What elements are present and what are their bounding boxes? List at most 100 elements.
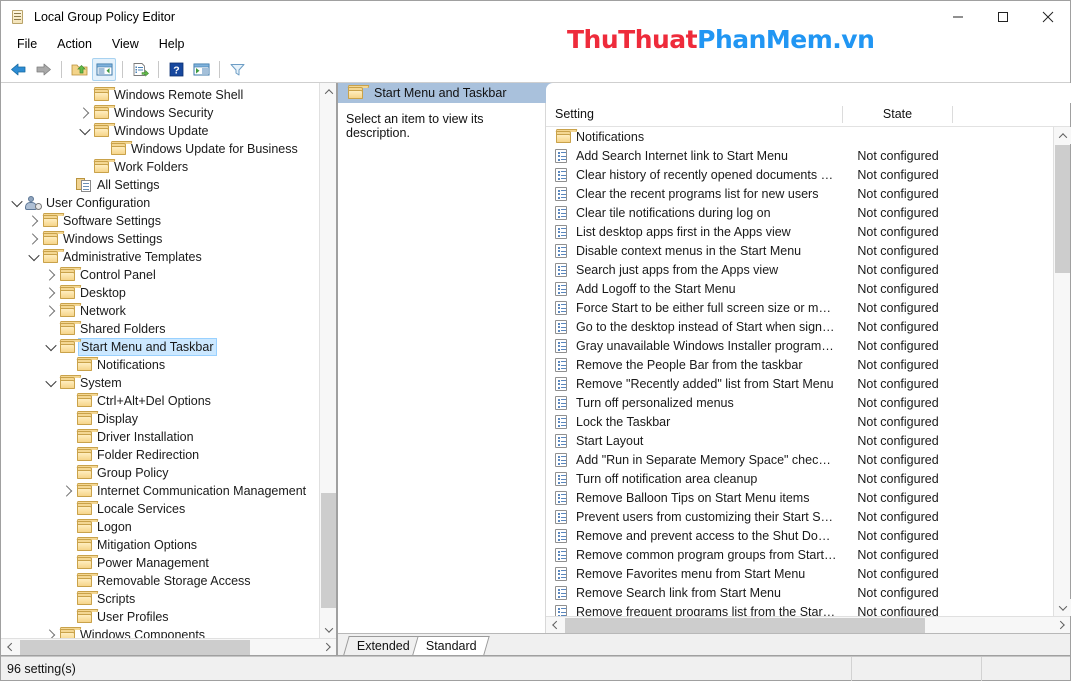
tree-item-administrative-templates[interactable]: Administrative Templates [1, 248, 311, 266]
menu-action[interactable]: Action [47, 34, 102, 54]
tree-item-user-profiles[interactable]: User Profiles [1, 608, 311, 626]
properties-icon[interactable] [189, 58, 213, 81]
tree-item-control-panel[interactable]: Control Panel [1, 266, 311, 284]
settings-scrollbar-thumb[interactable] [1055, 145, 1070, 273]
table-row[interactable]: Search just apps from the Apps viewNot c… [546, 260, 1053, 279]
minimize-button[interactable] [935, 1, 980, 32]
settings-scroll-left-button[interactable] [546, 617, 563, 634]
tree-item-shared-folders[interactable]: Shared Folders [1, 320, 311, 338]
chevron-right-icon[interactable] [26, 231, 42, 247]
chevron-right-icon[interactable] [60, 483, 76, 499]
tree-item-locale-services[interactable]: Locale Services [1, 500, 311, 518]
table-row[interactable]: Remove and prevent access to the Shut Do… [546, 526, 1053, 545]
tree-hscrollbar-thumb[interactable] [20, 640, 250, 655]
close-button[interactable] [1025, 1, 1070, 32]
table-row[interactable]: Remove "Recently added" list from Start … [546, 374, 1053, 393]
menu-view[interactable]: View [102, 34, 149, 54]
tree-item-windows-security[interactable]: Windows Security [1, 104, 311, 122]
tree-item-logon[interactable]: Logon [1, 518, 311, 536]
tree-scrollbar-thumb[interactable] [321, 493, 336, 608]
tree-item-network[interactable]: Network [1, 302, 311, 320]
menu-help[interactable]: Help [149, 34, 195, 54]
table-row[interactable]: Remove the People Bar from the taskbarNo… [546, 355, 1053, 374]
tree-item-power-management[interactable]: Power Management [1, 554, 311, 572]
chevron-down-icon[interactable] [77, 123, 93, 139]
table-row[interactable]: Remove Favorites menu from Start MenuNot… [546, 564, 1053, 583]
chevron-down-icon[interactable] [9, 195, 25, 211]
table-row[interactable]: Gray unavailable Windows Installer progr… [546, 336, 1053, 355]
tree-scroll-right-button[interactable] [319, 639, 336, 656]
table-row[interactable]: List desktop apps first in the Apps view… [546, 222, 1053, 241]
tree-item-notifications[interactable]: Notifications [1, 356, 311, 374]
table-row[interactable]: Remove Search link from Start MenuNot co… [546, 583, 1053, 602]
filter-icon[interactable] [225, 58, 249, 81]
column-header-state[interactable]: State [843, 106, 953, 123]
table-row[interactable]: Add Logoff to the Start MenuNot configur… [546, 279, 1053, 298]
help-icon[interactable]: ? [164, 58, 188, 81]
settings-hscroll-track[interactable] [563, 617, 1053, 634]
settings-scroll-right-button[interactable] [1053, 617, 1070, 634]
chevron-down-icon[interactable] [26, 249, 42, 265]
table-row[interactable]: Prevent users from customizing their Sta… [546, 507, 1053, 526]
tree-item-folder-redirection[interactable]: Folder Redirection [1, 446, 311, 464]
tree-item-mitigation-options[interactable]: Mitigation Options [1, 536, 311, 554]
maximize-button[interactable] [980, 1, 1025, 32]
table-row[interactable]: Turn off personalized menusNot configure… [546, 393, 1053, 412]
tree-scroll-left-button[interactable] [1, 639, 18, 656]
tree-hscroll-track[interactable] [18, 639, 319, 656]
settings-scroll-up-button[interactable] [1054, 127, 1071, 144]
tree-item-ctrl-alt-del-options[interactable]: Ctrl+Alt+Del Options [1, 392, 311, 410]
chevron-right-icon[interactable] [43, 285, 59, 301]
settings-scroll-down-button[interactable] [1054, 599, 1071, 616]
tab-standard[interactable]: Standard [412, 636, 489, 655]
tree-item-system[interactable]: System [1, 374, 311, 392]
chevron-right-icon[interactable] [43, 627, 59, 638]
table-row[interactable]: Remove frequent programs list from the S… [546, 602, 1053, 616]
tree-item-scripts[interactable]: Scripts [1, 590, 311, 608]
tree-item-group-policy[interactable]: Group Policy [1, 464, 311, 482]
tree-item-user-configuration[interactable]: User Configuration [1, 194, 311, 212]
tree-item-display[interactable]: Display [1, 410, 311, 428]
chevron-right-icon[interactable] [77, 105, 93, 121]
up-folder-icon[interactable] [67, 58, 91, 81]
table-row[interactable]: Clear tile notifications during log onNo… [546, 203, 1053, 222]
tree-horizontal-scrollbar[interactable] [1, 638, 336, 655]
tree-item-windows-update[interactable]: Windows Update [1, 122, 311, 140]
tree-item-desktop[interactable]: Desktop [1, 284, 311, 302]
chevron-down-icon[interactable] [43, 375, 59, 391]
settings-vertical-scrollbar[interactable] [1053, 127, 1070, 616]
tree-item-windows-settings[interactable]: Windows Settings [1, 230, 311, 248]
tree-scroll-down-button[interactable] [320, 621, 336, 638]
tree-item-removable-storage-access[interactable]: Removable Storage Access [1, 572, 311, 590]
table-row[interactable]: Add Search Internet link to Start MenuNo… [546, 146, 1053, 165]
export-list-icon[interactable] [128, 58, 152, 81]
tree-item-driver-installation[interactable]: Driver Installation [1, 428, 311, 446]
tree-item-windows-remote-shell[interactable]: Windows Remote Shell [1, 86, 311, 104]
tree-item-windows-components[interactable]: Windows Components [1, 626, 311, 638]
chevron-right-icon[interactable] [43, 267, 59, 283]
column-header-setting[interactable]: Setting [546, 106, 843, 123]
table-row[interactable]: Force Start to be either full screen siz… [546, 298, 1053, 317]
show-hide-tree-icon[interactable] [92, 58, 116, 81]
forward-arrow-icon[interactable] [31, 58, 55, 81]
tree-item-all-settings[interactable]: All Settings [1, 176, 311, 194]
table-row[interactable]: Remove Balloon Tips on Start Menu itemsN… [546, 488, 1053, 507]
chevron-right-icon[interactable] [43, 303, 59, 319]
table-row[interactable]: Clear the recent programs list for new u… [546, 184, 1053, 203]
settings-hscrollbar-thumb[interactable] [565, 618, 925, 633]
tree-vertical-scrollbar[interactable] [319, 83, 336, 638]
tree-item-work-folders[interactable]: Work Folders [1, 158, 311, 176]
table-row[interactable]: Remove common program groups from Start … [546, 545, 1053, 564]
chevron-down-icon[interactable] [43, 339, 59, 355]
table-row[interactable]: Notifications [546, 127, 1053, 146]
table-row[interactable]: Lock the TaskbarNot configured [546, 412, 1053, 431]
tree-item-software-settings[interactable]: Software Settings [1, 212, 311, 230]
menu-file[interactable]: File [7, 34, 47, 54]
tree-scroll-up-button[interactable] [320, 83, 336, 100]
settings-horizontal-scrollbar[interactable] [546, 616, 1070, 633]
back-arrow-icon[interactable] [6, 58, 30, 81]
table-row[interactable]: Disable context menus in the Start MenuN… [546, 241, 1053, 260]
table-row[interactable]: Go to the desktop instead of Start when … [546, 317, 1053, 336]
tree-item-internet-communication-management[interactable]: Internet Communication Management [1, 482, 311, 500]
tab-extended[interactable]: Extended [343, 636, 422, 655]
